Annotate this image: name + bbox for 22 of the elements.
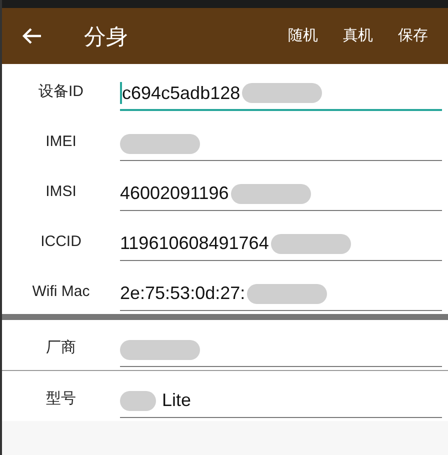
- screen-title: 分身: [84, 22, 128, 50]
- field-label: IMSI: [44, 182, 78, 202]
- field-value: Lite: [162, 389, 192, 412]
- input-field[interactable]: 119610608491764: [120, 227, 442, 261]
- input-field[interactable]: Lite: [120, 384, 442, 418]
- field-label: ICCID: [40, 232, 82, 252]
- field-value: c694c5adb128: [122, 82, 240, 104]
- field-label: 设备ID: [38, 82, 84, 102]
- action-button[interactable]: 保存: [398, 24, 428, 48]
- field-label: 型号: [45, 388, 77, 408]
- field-value: 46002091196: [120, 182, 229, 205]
- input-field[interactable]: 46002091196: [120, 177, 442, 211]
- input-field[interactable]: c694c5adb128: [120, 77, 442, 111]
- field-value: 2e:75:53:0d:27:: [120, 282, 246, 305]
- back-icon[interactable]: [22, 27, 42, 45]
- field-label: Wifi Mac: [31, 282, 91, 302]
- field-label: 厂商: [45, 338, 77, 358]
- input-field[interactable]: 2e:75:53:0d:27:: [120, 277, 442, 311]
- field-value: 119610608491764: [120, 232, 269, 255]
- action-button[interactable]: 真机: [343, 24, 373, 48]
- field-label: IMEI: [44, 132, 78, 152]
- action-button[interactable]: 随机: [288, 24, 318, 48]
